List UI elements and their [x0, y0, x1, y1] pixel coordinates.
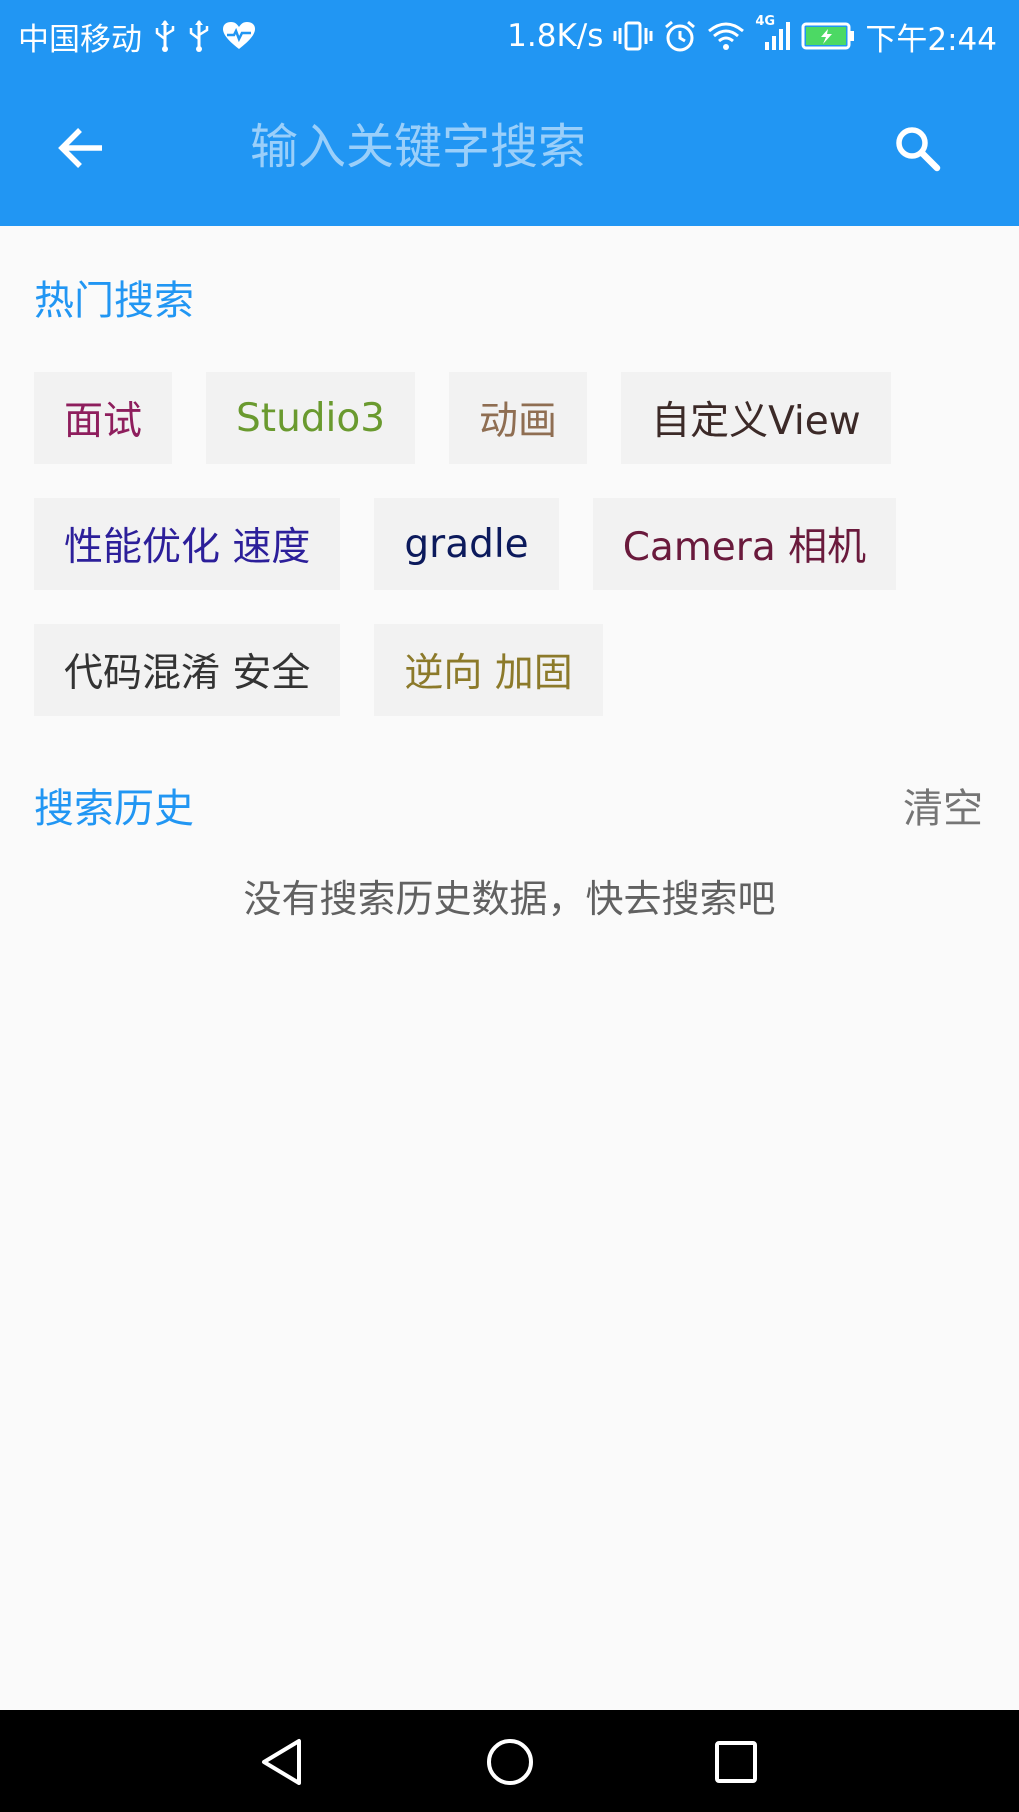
search-button[interactable]: [874, 105, 960, 191]
search-toolbar: [0, 72, 1019, 226]
arrow-left-icon: [58, 127, 104, 169]
clear-history-button[interactable]: 清空: [903, 776, 983, 834]
status-bar: 中国移动 1.8K/s 4G 下午2:44: [0, 0, 1019, 72]
back-triangle-icon: [259, 1737, 305, 1787]
wifi-icon: [707, 18, 745, 54]
alarm-icon: [663, 18, 697, 54]
usb-icon: [154, 18, 176, 54]
recent-square-icon: [713, 1739, 759, 1785]
hot-tag[interactable]: 自定义View: [621, 372, 891, 464]
heart-rate-icon: [222, 18, 256, 54]
battery-charging-icon: [801, 18, 855, 54]
hot-tag[interactable]: 逆向 加固: [374, 624, 603, 716]
carrier-label: 中国移动: [18, 21, 142, 58]
clock: 下午2:44: [865, 21, 997, 58]
hot-tag[interactable]: 代码混淆 安全: [34, 624, 341, 716]
search-input[interactable]: [250, 102, 850, 192]
vibrate-icon: [613, 18, 653, 54]
hot-search-tags: 面试 Studio3 动画 自定义View 性能优化 速度 gradle Cam…: [34, 372, 994, 716]
status-right: 1.8K/s 4G 下午2:44: [507, 14, 997, 58]
system-nav-bar: [0, 1710, 1019, 1812]
hot-search-title: 热门搜索: [34, 278, 194, 324]
nav-recent-button[interactable]: [696, 1726, 776, 1798]
hot-tag[interactable]: Studio3: [206, 372, 416, 464]
nav-back-button[interactable]: [242, 1726, 322, 1798]
back-button[interactable]: [38, 105, 124, 191]
hot-tag[interactable]: gradle: [374, 498, 559, 590]
home-circle-icon: [485, 1737, 535, 1787]
status-left: 中国移动: [18, 14, 256, 58]
empty-history-text: 没有搜索历史数据，快去搜索吧: [243, 877, 776, 921]
search-icon: [893, 124, 941, 172]
hot-tag[interactable]: Camera 相机: [592, 498, 897, 590]
net-speed: 1.8K/s: [507, 18, 604, 54]
hot-tag[interactable]: 面试: [34, 372, 173, 464]
usb-icon: [188, 18, 210, 54]
hot-tag[interactable]: 动画: [449, 372, 588, 464]
network-badge: 4G: [755, 14, 776, 29]
app-bar: 中国移动 1.8K/s 4G 下午2:44 输入关键字搜索: [0, 0, 1019, 226]
nav-home-button[interactable]: [470, 1726, 550, 1798]
search-history-title: 搜索历史: [34, 786, 194, 832]
hot-tag[interactable]: 性能优化 速度: [34, 498, 341, 590]
signal-icon: 4G: [755, 14, 791, 54]
